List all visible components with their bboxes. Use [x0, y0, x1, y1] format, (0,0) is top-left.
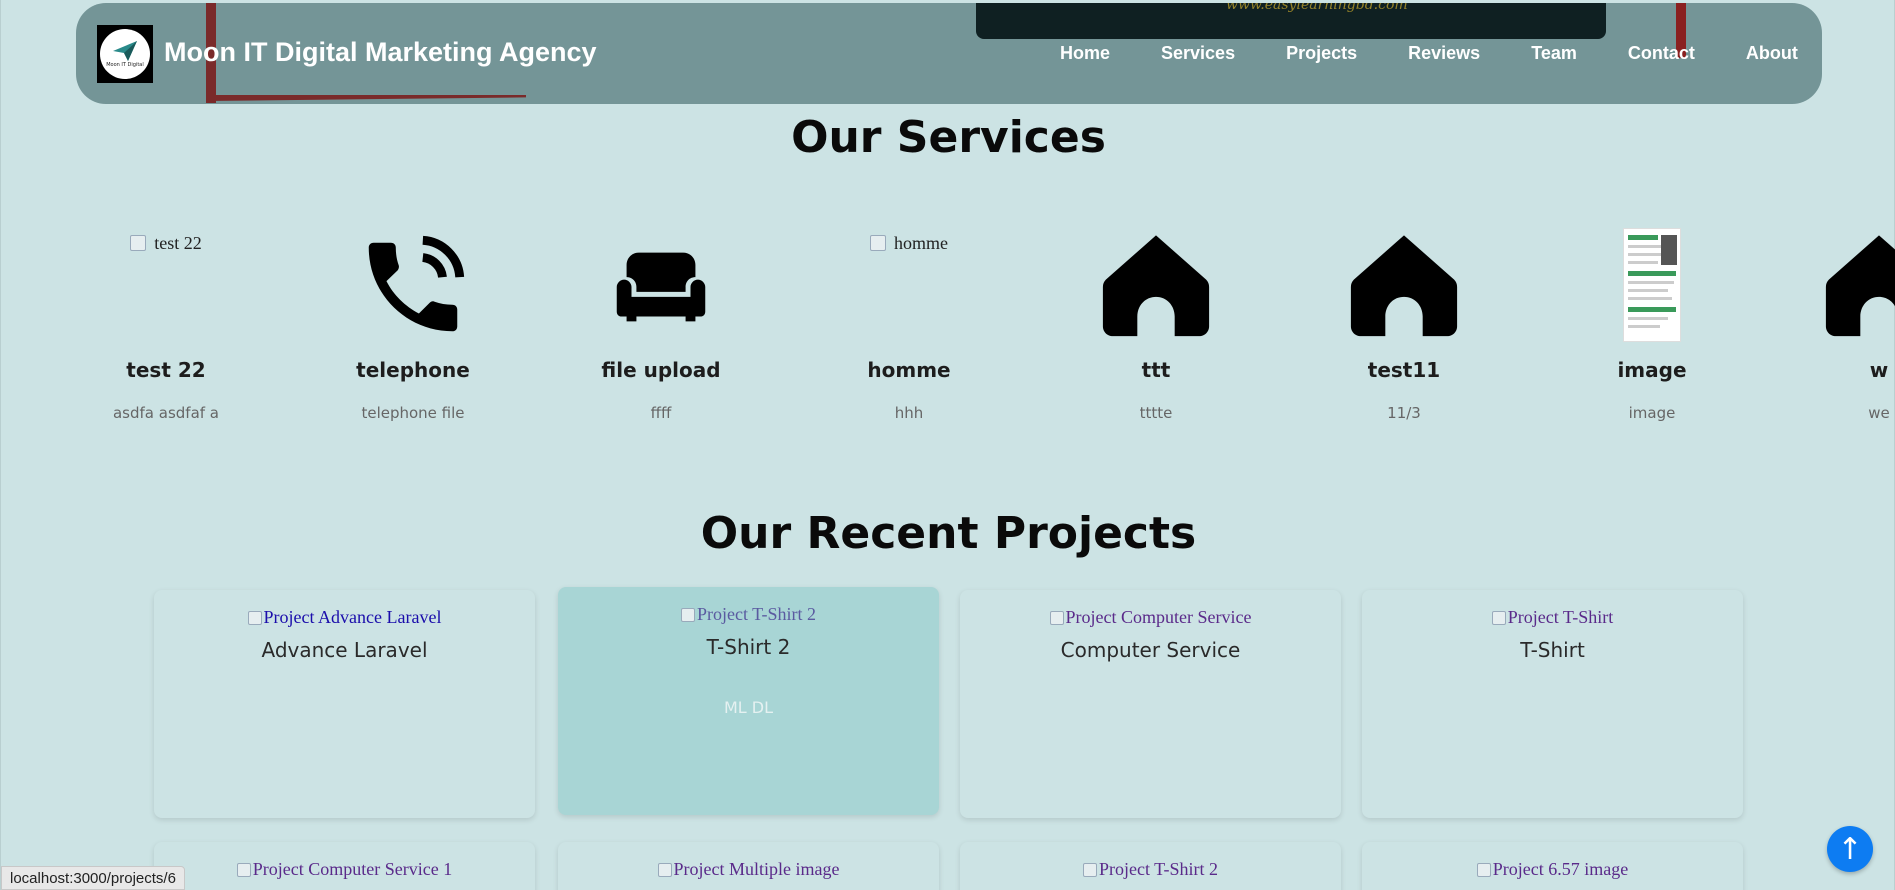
service-description: 11/3: [1387, 404, 1421, 422]
document-thumbnail: [1623, 228, 1681, 342]
broken-image-icon[interactable]: Project T-Shirt: [1491, 607, 1613, 628]
project-card[interactable]: Project T-Shirt T-Shirt: [1362, 590, 1743, 818]
project-card[interactable]: Project T-Shirt 2 T-Shirt 2 ML DL: [558, 587, 939, 815]
service-card[interactable]: telephone telephone file: [313, 228, 513, 422]
nav-reviews[interactable]: Reviews: [1408, 43, 1480, 64]
broken-image-icon[interactable]: Project Advance Laravel: [247, 607, 441, 628]
brand-name[interactable]: Moon IT Digital Marketing Agency: [164, 37, 597, 68]
home-icon: [1102, 235, 1210, 337]
service-description: we: [1868, 404, 1890, 422]
service-card[interactable]: homme homme hhh: [809, 228, 1009, 422]
phone-icon: [368, 235, 465, 332]
service-description: tttte: [1139, 404, 1173, 422]
project-card[interactable]: Project Computer Service 1: [154, 842, 535, 890]
service-name: image: [1617, 358, 1687, 382]
service-card[interactable]: image image: [1552, 228, 1752, 422]
service-description: asdfa asdfaf a: [112, 404, 219, 422]
service-name: telephone: [356, 358, 470, 382]
broken-image-icon[interactable]: Project 6.57 image: [1476, 859, 1628, 880]
service-name: file upload: [601, 358, 721, 382]
logo-text: Moon IT Digital: [106, 62, 144, 68]
couch-icon: [616, 252, 706, 322]
status-bar-url: localhost:3000/projects/6: [1, 866, 185, 890]
service-description: telephone file: [361, 404, 465, 422]
nav-home[interactable]: Home: [1060, 43, 1110, 64]
services-title: Our Services: [791, 112, 1106, 163]
paper-plane-icon: [113, 41, 137, 61]
nav-about[interactable]: About: [1746, 43, 1798, 64]
broken-image-icon: test 22: [130, 228, 202, 254]
project-title: Advance Laravel: [261, 637, 428, 662]
service-card[interactable]: w we: [1779, 228, 1895, 422]
project-description: ML DL: [723, 697, 774, 717]
home-icon: [1825, 235, 1895, 337]
project-title: T-Shirt: [1520, 637, 1585, 662]
main-nav: Home Services Projects Reviews Team Cont…: [1060, 43, 1798, 64]
project-card[interactable]: Project Computer Service Computer Servic…: [960, 590, 1341, 818]
service-name: ttt: [1141, 358, 1171, 382]
background-banner: www.easylearningbd.com: [976, 3, 1606, 39]
scroll-to-top-button[interactable]: ↑: [1827, 826, 1873, 872]
service-card[interactable]: test11 11/3: [1304, 228, 1504, 422]
service-name: test 22: [126, 358, 206, 382]
nav-contact[interactable]: Contact: [1628, 43, 1695, 64]
site-header: www.easylearningbd.com Moon IT Digital M…: [76, 3, 1822, 104]
project-card[interactable]: Project 6.57 image: [1362, 842, 1743, 890]
service-card[interactable]: test 22 test 22 asdfa asdfaf a: [66, 228, 266, 422]
services-carousel: test 22 test 22 asdfa asdfaf a telephone…: [1, 228, 1895, 428]
project-card[interactable]: Project Multiple image: [558, 842, 939, 890]
service-description: hhh: [894, 404, 924, 422]
nav-projects[interactable]: Projects: [1286, 43, 1357, 64]
broken-image-icon[interactable]: Project T-Shirt 2: [680, 604, 816, 625]
background-frame: [206, 95, 526, 101]
service-name: w: [1869, 358, 1889, 382]
broken-image-icon[interactable]: Project Computer Service: [1049, 607, 1251, 628]
service-description: ffff: [650, 404, 672, 422]
service-card[interactable]: file upload ffff: [561, 228, 761, 422]
project-card[interactable]: Project T-Shirt 2: [960, 842, 1341, 890]
nav-services[interactable]: Services: [1161, 43, 1235, 64]
broken-image-icon[interactable]: Project Multiple image: [657, 859, 839, 880]
service-name: homme: [867, 358, 951, 382]
logo[interactable]: Moon IT Digital: [97, 25, 153, 83]
nav-team[interactable]: Team: [1531, 43, 1577, 64]
home-icon: [1350, 235, 1458, 337]
project-title: T-Shirt 2: [706, 634, 791, 659]
projects-title: Our Recent Projects: [700, 508, 1197, 559]
project-title: Computer Service: [1060, 637, 1241, 662]
broken-image-icon: homme: [870, 228, 948, 254]
background-banner-text: www.easylearningbd.com: [1226, 3, 1408, 13]
service-name: test11: [1367, 358, 1441, 382]
broken-image-icon[interactable]: Project T-Shirt 2: [1082, 859, 1218, 880]
broken-image-icon[interactable]: Project Computer Service 1: [236, 859, 452, 880]
service-card[interactable]: ttt tttte: [1056, 228, 1256, 422]
project-card[interactable]: Project Advance Laravel Advance Laravel: [154, 590, 535, 818]
service-description: image: [1628, 404, 1676, 422]
